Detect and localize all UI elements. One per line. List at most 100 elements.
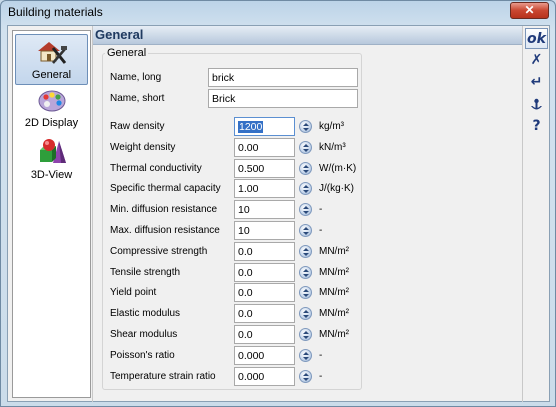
- name-short-row: Name, short Brick: [93, 89, 523, 109]
- content-panel: General General Name, long brick Name, s…: [92, 26, 523, 402]
- property-value-input[interactable]: 0.0: [234, 241, 295, 261]
- palette-icon: [38, 90, 65, 112]
- property-value-text: 0.0: [238, 287, 253, 300]
- property-label: Thermal conductivity: [110, 162, 202, 174]
- property-row: Poisson's ratio 0.000 -: [93, 345, 523, 366]
- property-row: Compressive strength 0.0 MN/m²: [93, 241, 523, 262]
- spinner-icon[interactable]: [299, 265, 312, 279]
- property-value-text: 0.0: [238, 266, 253, 279]
- property-label: Yield point: [110, 287, 157, 299]
- property-unit: -: [319, 370, 323, 382]
- nav-item-label: 2D Display: [24, 117, 79, 129]
- property-label: Compressive strength: [110, 245, 208, 257]
- property-unit: -: [319, 349, 323, 361]
- property-value-text: 0.000: [238, 370, 265, 383]
- close-icon: ✕: [524, 3, 535, 17]
- dialog-client-area: General 2D Display 3D-View General Gener…: [7, 25, 550, 402]
- close-button[interactable]: ✕: [510, 2, 549, 19]
- ok-button[interactable]: ok: [525, 28, 548, 49]
- name-long-row: Name, long brick: [93, 68, 523, 88]
- enter-icon: ↵: [530, 74, 543, 90]
- spinner-icon[interactable]: [299, 182, 312, 196]
- property-label: Elastic modulus: [110, 308, 181, 320]
- property-value-text: 0.0: [238, 245, 253, 258]
- property-value-input[interactable]: 0.0: [234, 304, 295, 324]
- property-label: Specific thermal capacity: [110, 183, 221, 195]
- property-row: Thermal conductivity 0.500 W/(m·K): [93, 158, 523, 179]
- title-bar[interactable]: Building materials ✕: [1, 1, 555, 25]
- spinner-icon[interactable]: [299, 307, 312, 321]
- property-value-text: 10: [238, 204, 250, 217]
- property-value-input[interactable]: 0.000: [234, 345, 295, 365]
- property-value-input[interactable]: 1200: [234, 117, 295, 136]
- property-unit: MN/m²: [319, 266, 349, 278]
- property-value-text: 0.500: [238, 162, 265, 175]
- property-value-input[interactable]: 10: [234, 221, 295, 240]
- building-materials-dialog: Building materials ✕ General 2D Display …: [0, 0, 556, 407]
- property-value-input[interactable]: 0.0: [234, 283, 295, 303]
- property-row: Max. diffusion resistance 10 -: [93, 221, 523, 241]
- property-label: Temperature strain ratio: [110, 370, 216, 382]
- spinner-icon[interactable]: [299, 348, 312, 362]
- spinner-icon[interactable]: [299, 203, 312, 217]
- property-row: Min. diffusion resistance 10 -: [93, 200, 523, 220]
- spinner-icon[interactable]: [299, 328, 312, 341]
- cancel-button[interactable]: ✗: [525, 50, 548, 71]
- anchor-icon: [531, 98, 542, 110]
- property-row: Temperature strain ratio 0.000 -: [93, 366, 523, 387]
- nav-item-3d-view[interactable]: 3D-View: [15, 137, 88, 185]
- property-row: Tensile strength 0.0 MN/m²: [93, 262, 523, 283]
- apply-button[interactable]: ↵: [525, 72, 548, 93]
- spinner-icon[interactable]: [299, 120, 312, 133]
- section-header: General: [93, 26, 523, 45]
- property-label: Poisson's ratio: [110, 349, 175, 361]
- property-label: Raw density: [110, 121, 165, 132]
- property-unit: W/(m·K): [319, 162, 357, 174]
- spinner-icon[interactable]: [299, 286, 312, 300]
- property-value-input[interactable]: 0.0: [234, 262, 295, 282]
- right-toolbar: ok ✗ ↵ ?: [522, 26, 550, 402]
- spinner-icon[interactable]: [299, 224, 312, 237]
- property-unit: MN/m²: [319, 329, 349, 340]
- property-label: Weight density: [110, 141, 176, 153]
- help-icon: ?: [532, 118, 541, 134]
- property-unit: MN/m²: [319, 287, 349, 299]
- spinner-icon[interactable]: [299, 244, 312, 258]
- property-row: Weight density 0.00 kN/m³: [93, 137, 523, 158]
- property-row: Yield point 0.0 MN/m²: [93, 283, 523, 303]
- nav-item-label: 3D-View: [30, 169, 73, 181]
- property-value-input[interactable]: 0.000: [234, 366, 295, 386]
- property-unit: MN/m²: [319, 245, 349, 257]
- window-title: Building materials: [8, 5, 103, 19]
- property-value-text: 0.0: [238, 329, 253, 341]
- name-short-input[interactable]: Brick: [208, 89, 358, 108]
- property-label: Tensile strength: [110, 266, 181, 278]
- house-tools-icon: [37, 42, 67, 64]
- anchor-button[interactable]: [525, 94, 548, 115]
- property-unit: -: [319, 204, 323, 216]
- name-short-label: Name, short: [110, 93, 165, 104]
- nav-item-general[interactable]: General: [15, 34, 88, 85]
- spinner-icon[interactable]: [299, 161, 312, 175]
- category-nav: General 2D Display 3D-View: [12, 30, 91, 398]
- help-button[interactable]: ?: [525, 116, 548, 137]
- property-value-input[interactable]: 1.00: [234, 179, 295, 199]
- property-value-input[interactable]: 10: [234, 200, 295, 220]
- property-unit: -: [319, 225, 323, 236]
- nav-item-label: General: [31, 69, 72, 81]
- property-value-text: 10: [238, 225, 250, 237]
- name-long-input[interactable]: brick: [208, 68, 358, 87]
- property-label: Max. diffusion resistance: [110, 225, 220, 236]
- spinner-icon[interactable]: [299, 140, 312, 154]
- property-value-input[interactable]: 0.500: [234, 158, 295, 178]
- property-row: Specific thermal capacity 1.00 J/(kg·K): [93, 179, 523, 199]
- property-value-text: 1.00: [238, 183, 259, 196]
- property-value-input[interactable]: 0.00: [234, 137, 295, 157]
- property-value-text: 0.00: [238, 141, 259, 154]
- property-unit: kN/m³: [319, 141, 346, 153]
- property-unit: kg/m³: [319, 121, 344, 132]
- property-row: Shear modulus 0.0 MN/m²: [93, 325, 523, 345]
- property-value-input[interactable]: 0.0: [234, 325, 295, 344]
- spinner-icon[interactable]: [299, 369, 312, 383]
- nav-item-2d-display[interactable]: 2D Display: [15, 89, 88, 133]
